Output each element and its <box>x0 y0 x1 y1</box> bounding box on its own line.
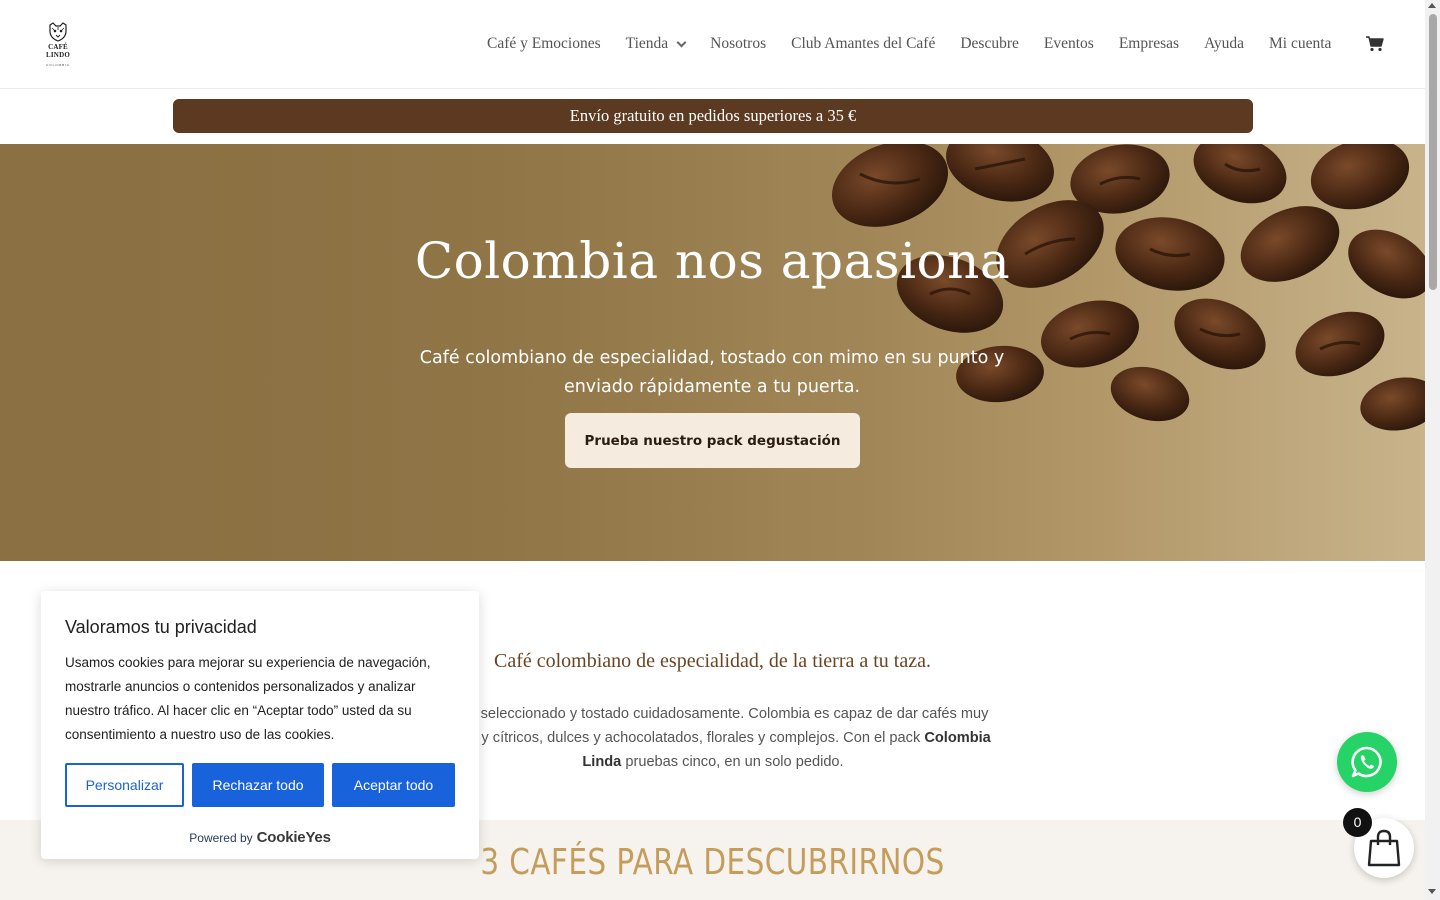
logo[interactable]: CAFÉ LINDO COLOMBIA <box>36 22 80 67</box>
reject-all-button[interactable]: Rechazar todo <box>192 763 324 807</box>
customize-button[interactable]: Personalizar <box>65 763 184 807</box>
shopping-bag-icon <box>1367 829 1401 867</box>
intro-text-bold-linda: Linda <box>582 754 622 770</box>
hero-title: Colombia nos apasiona <box>414 232 1011 290</box>
site-header: CAFÉ LINDO COLOMBIA Café y Emociones Tie… <box>0 0 1425 89</box>
chevron-down-icon <box>676 37 687 47</box>
hero-section: Colombia nos apasiona Café colombiano de… <box>0 144 1425 561</box>
nav-item-eventos[interactable]: Eventos <box>1044 35 1094 53</box>
whatsapp-button[interactable] <box>1337 732 1397 792</box>
free-shipping-banner: Envío gratuito en pedidos superiores a 3… <box>173 99 1253 133</box>
cookie-title: Valoramos tu privacidad <box>65 617 257 637</box>
cookie-description: Usamos cookies para mejorar su experienc… <box>65 655 431 742</box>
intro-text-bold-colombia: Colombia <box>924 730 991 746</box>
shopping-cart-icon[interactable] <box>1366 36 1384 52</box>
cookie-consent-dialog: Valoramos tu privacidad Usamos cookies p… <box>41 591 479 859</box>
nav-item-empresas[interactable]: Empresas <box>1119 35 1179 53</box>
nav-item-nosotros[interactable]: Nosotros <box>710 35 766 53</box>
logo-brand: CAFÉ LINDO <box>46 43 70 59</box>
nav-item-mi-cuenta[interactable]: Mi cuenta <box>1269 35 1331 53</box>
nav-item-descubre[interactable]: Descubre <box>960 35 1019 53</box>
intro-text-line1: a sido seleccionado y tostado cuidadosam… <box>437 706 989 722</box>
scroll-up-arrow-icon[interactable] <box>1428 3 1436 8</box>
cookieyes-logo: CookieYes <box>256 829 331 846</box>
logo-sub: COLOMBIA <box>46 63 70 67</box>
powered-by-label: Powered by <box>189 831 253 845</box>
hero-subtitle: Café colombiano de especialidad, tostado… <box>419 348 1005 397</box>
cart-count-badge: 0 <box>1343 808 1372 837</box>
tasting-pack-button[interactable]: Prueba nuestro pack degustación <box>565 413 860 468</box>
nav-item-cafe-emociones[interactable]: Café y Emociones <box>487 35 601 53</box>
cookie-powered-by[interactable]: Powered by CookieYes <box>41 829 479 846</box>
main-nav: Café y Emociones Tienda Nosotros Club Am… <box>487 32 1356 56</box>
nav-item-club[interactable]: Club Amantes del Café <box>791 35 935 53</box>
tiger-logo-icon <box>49 22 67 42</box>
nav-item-ayuda[interactable]: Ayuda <box>1204 35 1244 53</box>
accept-all-button[interactable]: Aceptar todo <box>332 763 455 807</box>
intro-text: a sido seleccionado y tostado cuidadosam… <box>395 702 1031 774</box>
nav-item-tienda[interactable]: Tienda <box>625 35 687 53</box>
nav-item-tienda-label: Tienda <box>625 35 669 52</box>
whatsapp-icon <box>1351 746 1382 778</box>
scroll-down-arrow-icon[interactable] <box>1428 889 1436 894</box>
intro-text-line3: pruebas cinco, en un solo pedido. <box>621 754 844 770</box>
intro-text-line2: llantes y cítricos, dulces y achocolatad… <box>435 730 925 746</box>
scrollbar-thumb[interactable] <box>1429 14 1437 290</box>
